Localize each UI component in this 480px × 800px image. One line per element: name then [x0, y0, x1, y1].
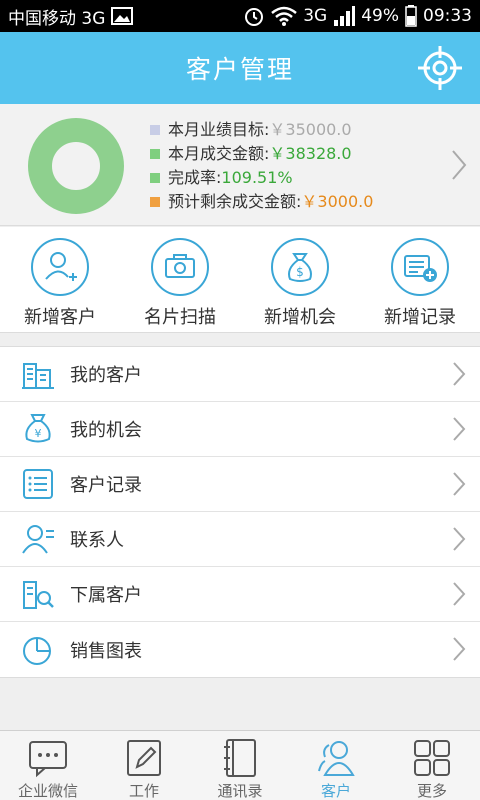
tab-label: 更多: [416, 782, 447, 800]
menu-label: 联系人: [70, 530, 124, 551]
card-scan-label: 名片扫描: [144, 307, 216, 328]
menu-list: 我的客户 ¥ 我的机会 客户记录 联系人 下属客户 销售图表: [0, 346, 480, 678]
completion-donut: [28, 118, 124, 214]
tab-label: 企业微信: [17, 782, 78, 800]
stat-deal: 本月成交金额: ￥38328.0: [150, 142, 373, 166]
add-opportunity-label: 新增机会: [264, 307, 336, 328]
contact-icon: [22, 525, 54, 554]
performance-summary[interactable]: 本月业绩目标: ￥35000.0 本月成交金额: ￥38328.0 完成率: 1…: [0, 104, 480, 226]
status-bar: 中国移动 3G 3G 49% 09:33: [0, 0, 480, 32]
remaining-legend-dot: [150, 197, 160, 207]
stat-remaining: 预计剩余成交金额: ￥3000.0: [150, 190, 373, 214]
add-opportunity-button[interactable]: $ 新增机会: [240, 227, 360, 333]
menu-item-customer-records[interactable]: 客户记录: [0, 457, 480, 512]
remaining-value: ￥3000.0: [301, 192, 374, 211]
add-user-icon: [31, 238, 89, 296]
add-record-button[interactable]: 新增记录: [360, 227, 480, 333]
tab-label: 通讯录: [217, 782, 263, 800]
chevron-right-icon: [452, 150, 467, 180]
tab-more[interactable]: 更多: [384, 731, 480, 800]
rate-value: 109.51%: [221, 168, 293, 187]
svg-text:$: $: [296, 265, 304, 279]
menu-label: 我的客户: [70, 365, 142, 386]
network-label: 3G: [303, 6, 328, 26]
deal-label: 本月成交金额:: [168, 144, 270, 163]
tab-work[interactable]: 工作: [96, 731, 192, 800]
target-label: 本月业绩目标:: [168, 120, 270, 139]
chevron-right-icon: [453, 637, 466, 661]
card-scan-button[interactable]: 名片扫描: [120, 227, 240, 333]
edit-icon: [127, 740, 161, 776]
pie-chart-icon: [23, 636, 51, 665]
subordinate-icon: [23, 581, 54, 609]
deal-legend-dot: [150, 149, 160, 159]
menu-label: 我的机会: [70, 420, 142, 441]
camera-icon: [151, 238, 209, 296]
rate-legend-dot: [150, 173, 160, 183]
deal-value: ￥38328.0: [269, 144, 352, 163]
tab-label: 工作: [128, 782, 159, 800]
menu-item-sales-charts[interactable]: 销售图表: [0, 622, 480, 677]
image-icon: [111, 7, 134, 25]
alarm-icon: [245, 8, 264, 26]
chevron-right-icon: [453, 362, 466, 386]
add-customer-button[interactable]: 新增客户: [0, 227, 120, 333]
list-icon: [23, 469, 53, 499]
time-label: 09:33: [423, 6, 472, 26]
tab-label: 客户: [320, 782, 351, 800]
menu-item-my-customers[interactable]: 我的客户: [0, 347, 480, 402]
stat-rate: 完成率: 109.51%: [150, 166, 373, 190]
menu-label: 客户记录: [70, 475, 142, 496]
tab-customers[interactable]: 客户: [288, 731, 384, 800]
chevron-right-icon: [453, 582, 466, 606]
add-record-icon: [391, 238, 449, 296]
tab-enterprise-wechat[interactable]: 企业微信: [0, 731, 96, 800]
menu-label: 下属客户: [70, 585, 142, 606]
stats-list: 本月业绩目标: ￥35000.0 本月成交金额: ￥38328.0 完成率: 1…: [150, 118, 373, 214]
quick-actions: 新增客户 名片扫描 $ 新增机会 新增记录: [0, 227, 480, 333]
menu-item-subordinate-customers[interactable]: 下属客户: [0, 567, 480, 622]
signal-icon: [334, 6, 356, 26]
chevron-right-icon: [453, 527, 466, 551]
money-bag-icon: ¥: [25, 414, 51, 443]
battery-label: 49%: [361, 6, 399, 26]
target-value: ￥35000.0: [269, 120, 352, 139]
battery-icon: [405, 5, 417, 27]
carrier-label: 中国移动 3G: [8, 8, 106, 29]
remaining-label: 预计剩余成交金额:: [168, 192, 302, 211]
add-record-label: 新增记录: [384, 307, 456, 328]
app-header: 客户管理: [0, 32, 480, 104]
buildings-icon: [22, 363, 54, 389]
add-customer-label: 新增客户: [24, 307, 96, 328]
tab-contacts[interactable]: 通讯录: [192, 731, 288, 800]
wifi-icon: [271, 6, 298, 26]
menu-item-contacts[interactable]: 联系人: [0, 512, 480, 567]
menu-label: 销售图表: [70, 640, 142, 662]
chevron-right-icon: [453, 417, 466, 441]
money-bag-icon: $: [271, 238, 329, 296]
page-title: 客户管理: [185, 55, 294, 84]
rate-label: 完成率:: [168, 168, 222, 187]
menu-item-my-opportunities[interactable]: ¥ 我的机会: [0, 402, 480, 457]
target-icon[interactable]: [416, 44, 464, 92]
bottom-tab-bar: 企业微信 工作 通讯录 客户 更多: [0, 730, 480, 800]
svg-text:¥: ¥: [35, 427, 42, 440]
grid-icon: [414, 740, 450, 776]
chevron-right-icon: [453, 472, 466, 496]
customers-icon: [318, 741, 355, 776]
address-book-icon: [224, 739, 256, 777]
target-legend-dot: [150, 125, 160, 135]
chat-icon: [29, 741, 67, 778]
stat-target: 本月业绩目标: ￥35000.0: [150, 118, 373, 142]
